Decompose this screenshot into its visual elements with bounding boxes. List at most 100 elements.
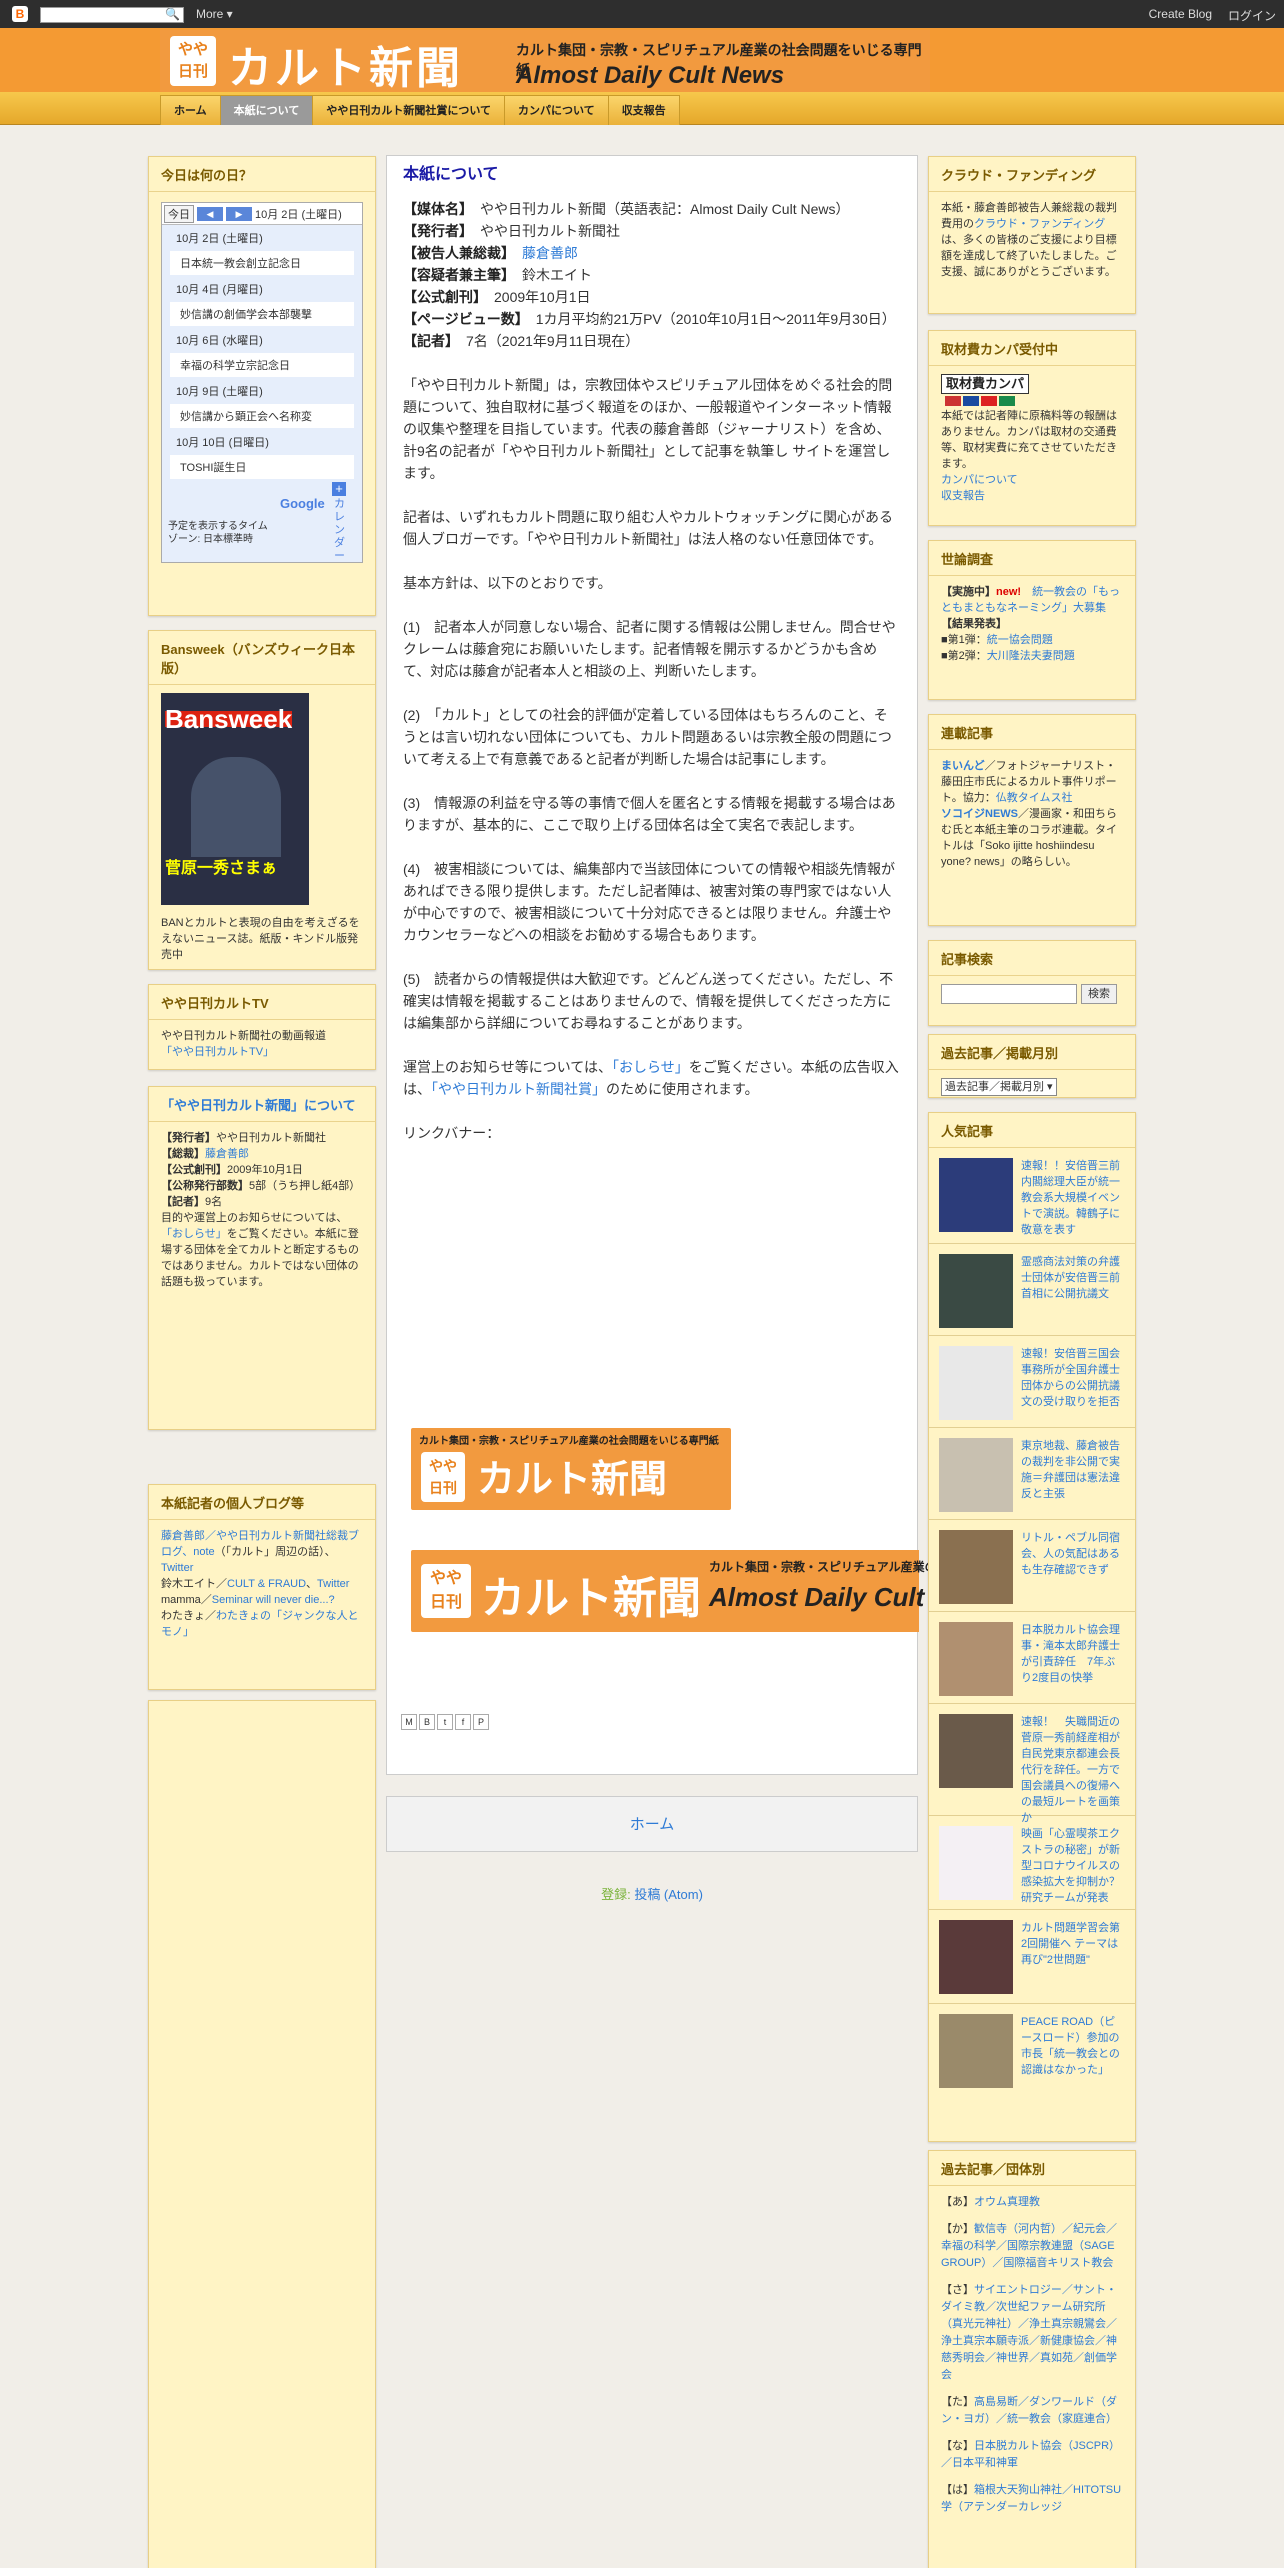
blog-entry: 藤倉善郎／やや日刊カルト新聞社総裁ブログ、note（「カルト」周辺の話）、Twi… <box>161 1530 359 1574</box>
calendar-header: 今日 ◀ ▶ 10月 2日 (土曜日) <box>162 203 362 225</box>
blog-entry: 鈴木エイト／CULT & FRAUD、Twitter <box>161 1578 350 1590</box>
link-banner-label: リンクバナー： <box>403 1125 501 1141</box>
search-button[interactable]: 検索 <box>1081 984 1117 1004</box>
create-blog-link[interactable]: Create Blog <box>1149 7 1212 21</box>
search-widget: 記事検索 検索 <box>928 940 1136 1026</box>
popular-title: 人気記事 <box>929 1113 1135 1148</box>
popular-item[interactable]: 映画「心霊喫茶エクストラの秘密」が新型コロナウイルスの感染拡大を抑制か？ 研究チ… <box>929 1816 1135 1910</box>
archive-select[interactable]: 過去記事／掲載月別 ▾ <box>941 1078 1057 1096</box>
field-row: 【被告人兼総裁】 藤倉善郎 <box>403 245 578 261</box>
prev-arrow-icon[interactable]: ◀ <box>197 206 223 221</box>
post-fields: 【媒体名】 やや日刊カルト新聞（英語表記：Almost Daily Cult N… <box>403 198 901 352</box>
popular-item[interactable]: カルト問題学習会第2回開催へ テーマは再び"2世問題" <box>929 1910 1135 2004</box>
add-calendar-button[interactable]: + <box>332 482 346 496</box>
tab-award[interactable]: やや日刊カルト新聞社賞について <box>312 95 506 125</box>
popular-item[interactable]: リトル・ペブル同宿会、人の気配はあるも生存確認できず <box>929 1520 1135 1612</box>
thumbnail <box>939 1530 1013 1604</box>
login-link[interactable]: ログイン <box>1228 7 1276 24</box>
kanpa-link[interactable]: カンパについて <box>941 472 1123 488</box>
popular-item[interactable]: 速報！！安倍晋三前内閣総理大臣が統一教会系大規模イベントで演説。韓鶴子に敬意を表… <box>929 1148 1135 1244</box>
tv-link[interactable]: 「やや日刊カルトTV」 <box>161 1044 363 1060</box>
link-banner-small[interactable]: カルト集団・宗教・スピリチュアル産業の社会問題をいじる専門紙 やや 日刊 カルト新… <box>411 1428 731 1510</box>
kanpa-title: 取材費カンパ受付中 <box>929 331 1135 366</box>
serial-item: ソコイジNEWS／漫画家・和田ちらむ氏と本紙主筆のコラボ連載。タイトルは「Sok… <box>941 808 1117 868</box>
kanpa-button[interactable]: 取材費カンパ <box>941 374 1030 394</box>
post-title: 本紙について <box>403 166 499 183</box>
blog-share-icon[interactable]: B <box>419 1714 435 1730</box>
calendar-event[interactable]: 幸福の科学立宗記念日 <box>170 353 354 378</box>
logo-mark: やや 日刊 <box>170 36 216 86</box>
blog-entry: mamma／Seminar will never die...? <box>161 1594 335 1606</box>
blogger-navbar: B 🔍 More ▾ Create Blog ログイン <box>0 0 1284 28</box>
poll-result-item: ■第1弾：統一協会問題 <box>941 634 1053 646</box>
finance-link[interactable]: 収支報告 <box>941 488 1123 504</box>
google-logo[interactable]: Google <box>280 496 325 511</box>
serial-widget: 連載記事 まいんど／フォトジャーナリスト・藤田庄市氏によるカルト事件リポート。協… <box>928 714 1136 926</box>
blogs-widget: 本紙記者の個人ブログ等 藤倉善郎／やや日刊カルト新聞社総裁ブログ、note（「カ… <box>148 1484 376 1690</box>
tab-donation[interactable]: カンパについて <box>504 95 609 125</box>
header-logo[interactable]: やや 日刊 カルト新聞 カルト集団・宗教・スピリチュアル産業の社会問題をいじる専門… <box>160 30 930 94</box>
today-button[interactable]: 今日 <box>164 204 194 223</box>
bansweek-description: BANとカルトと表現の自由を考えざるをえないニュース誌。紙版・キンドル版発売中 <box>161 917 360 961</box>
popular-item[interactable]: 東京地裁、藤倉被告の裁判を非公開で実施＝弁護団は憲法違反と主張 <box>929 1428 1135 1520</box>
notice-link[interactable]: 「おしらせ」 <box>161 1228 227 1240</box>
calendar-date: 10月 2日 (土曜日) <box>255 208 342 221</box>
pinterest-share-icon[interactable]: P <box>473 1714 489 1730</box>
tab-home[interactable]: ホーム <box>160 95 221 125</box>
thumbnail <box>939 1622 1013 1696</box>
serial-title: 連載記事 <box>929 715 1135 750</box>
tv-widget: やや日刊カルトTV やや日刊カルト新聞社の動画報道 「やや日刊カルトTV」 <box>148 984 376 1070</box>
popular-item[interactable]: PEACE ROAD（ピースロード）参加の市長「統一教会との認識はなかった」 <box>929 2004 1135 2098</box>
thumbnail <box>939 1158 1013 1232</box>
thumbnail <box>939 1254 1013 1328</box>
today-title: 今日は何の日？ <box>149 157 375 192</box>
tv-title: やや日刊カルトTV <box>149 985 375 1020</box>
about-widget: 「やや日刊カルト新聞」について 【発行者】やや日刊カルト新聞社 【総裁】藤倉善郎… <box>148 1086 376 1430</box>
facebook-share-icon[interactable]: f <box>455 1714 471 1730</box>
tab-about[interactable]: 本紙について <box>219 95 314 125</box>
search-input[interactable] <box>941 984 1077 1004</box>
calendar-event[interactable]: 妙信講の創価学会本部襲撃 <box>170 302 354 327</box>
twitter-share-icon[interactable]: t <box>437 1714 453 1730</box>
more-menu[interactable]: More ▾ <box>196 7 233 21</box>
calendar-day: 10月 6日 (水曜日) <box>162 327 362 353</box>
calendar-label[interactable]: カレンダー <box>334 498 346 563</box>
next-arrow-icon[interactable]: ▶ <box>226 206 252 221</box>
popular-widget: 人気記事 速報！！安倍晋三前内閣総理大臣が統一教会系大規模イベントで演説。韓鶴子… <box>928 1112 1136 2142</box>
tab-finance[interactable]: 収支報告 <box>607 95 680 125</box>
blog-entry: わたきょ／わたきょの「ジャンクな人とモノ」 <box>161 1610 359 1638</box>
navbar-search-input[interactable]: 🔍 <box>40 7 184 23</box>
popular-item[interactable]: 速報！安倍晋三国会事務所が全国弁護士団体からの公開抗議文の受け取りを拒否 <box>929 1336 1135 1428</box>
calendar-day: 10月 9日 (土曜日) <box>162 378 362 404</box>
popular-item[interactable]: 速報！ 失職間近の菅原一秀前経産相が自民党東京都連会長代行を辞任。一方で国会議員… <box>929 1704 1135 1824</box>
group-line: 【た】高島易断／ダンワールド（ダン・ヨガ）／統一教会（家庭連合） <box>941 2396 1117 2425</box>
calendar-event[interactable]: 妙信講から顕正会へ名称変 <box>170 404 354 429</box>
paragraph: 運営上のお知らせ等については、「おしらせ」をご覧ください。本紙の広告収入は、「や… <box>403 1059 899 1097</box>
thumbnail <box>939 1920 1013 1994</box>
bansweek-title: Bansweek（バンズウィーク日本版） <box>149 631 375 685</box>
thumbnail <box>939 1346 1013 1420</box>
popular-item[interactable]: 日本脱カルト協会理事・滝本太郎弁護士が引責辞任 7年ぶり2度目の快挙 <box>929 1612 1135 1704</box>
home-link[interactable]: ホーム <box>630 1816 675 1833</box>
notice-link[interactable]: 「おしらせ」 <box>612 1059 689 1075</box>
archive-widget: 過去記事／掲載月別 過去記事／掲載月別 ▾ <box>928 1034 1136 1098</box>
blogger-logo-icon[interactable]: B <box>12 6 28 22</box>
group-line: 【さ】サイエントロジー／サント・ダイミ教／次世紀ファーム研究所（真光元神社）／浄… <box>941 2284 1117 2381</box>
left-empty-widget <box>148 1700 376 2568</box>
search-icon[interactable]: 🔍 <box>165 7 180 21</box>
thumbnail <box>939 2014 1013 2088</box>
groups-title: 過去記事／団体別 <box>929 2151 1135 2186</box>
calendar-event[interactable]: 日本統一教会創立記念日 <box>170 251 354 276</box>
link-banner-wide[interactable]: やや 日刊 カルト新聞 カルト集団・宗教・スピリチュアル産業の社会問題をいじる専門… <box>411 1550 1069 1632</box>
post-container: 本紙について 【媒体名】 やや日刊カルト新聞（英語表記：Almost Daily… <box>386 155 1069 1775</box>
kanpa-description: 本紙では記者陣に原稿料等の報酬はありません。カンパは取材の交通費等、取材実費に充… <box>941 410 1117 470</box>
award-link[interactable]: 「やや日刊カルト新聞社賞」 <box>431 1081 606 1097</box>
president-link[interactable]: 藤倉善郎 <box>522 245 578 261</box>
atom-link[interactable]: 投稿 (Atom) <box>634 1887 703 1902</box>
calendar-event[interactable]: TOSHI誕生日 <box>170 455 354 480</box>
popular-item[interactable]: 霊感商法対策の弁護士団体が安倍晋三前首相に公開抗議文 <box>929 1244 1135 1336</box>
field-row: 【媒体名】 やや日刊カルト新聞（英語表記：Almost Daily Cult N… <box>403 201 850 217</box>
about-row: 【発行者】やや日刊カルト新聞社 <box>161 1132 326 1144</box>
bansweek-cover-image[interactable]: Bansweek 菅原一秀さまぁ <box>161 693 309 905</box>
email-share-icon[interactable]: M <box>401 1714 417 1730</box>
